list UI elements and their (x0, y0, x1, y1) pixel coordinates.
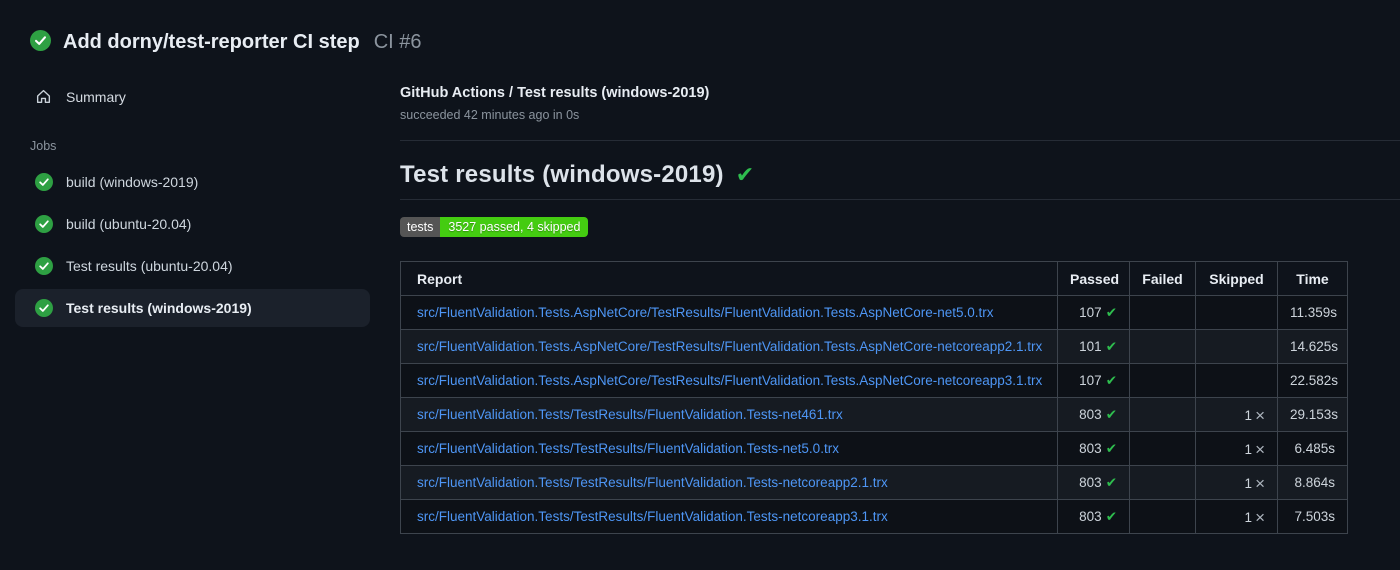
time-cell: 22.582s (1277, 363, 1348, 398)
sidebar-item-build-windows[interactable]: build (windows-2019) (15, 163, 370, 201)
x-icon: × (1255, 474, 1265, 493)
skipped-cell: 1 × (1195, 431, 1278, 466)
check-icon: ✔ (1105, 440, 1117, 456)
passed-count: 803 (1079, 406, 1102, 422)
table-row: src/FluentValidation.Tests.AspNetCore/Te… (400, 363, 1348, 398)
skipped-count: 1 (1244, 442, 1253, 457)
time-cell: 11.359s (1277, 295, 1348, 330)
run-title: Add dorny/test-reporter CI step (63, 30, 360, 53)
report-link[interactable]: src/FluentValidation.Tests/TestResults/F… (417, 509, 888, 524)
time-cell: 29.153s (1277, 397, 1348, 432)
report-link[interactable]: src/FluentValidation.Tests/TestResults/F… (417, 407, 843, 422)
sidebar-item-build-ubuntu[interactable]: build (ubuntu-20.04) (15, 205, 370, 243)
column-header-failed: Failed (1129, 261, 1196, 296)
passed-count: 803 (1079, 440, 1102, 456)
table-row: src/FluentValidation.Tests/TestResults/F… (400, 465, 1348, 500)
failed-cell (1129, 329, 1196, 364)
time-cell: 6.485s (1277, 431, 1348, 466)
check-circle-icon (35, 215, 53, 233)
failed-cell (1129, 465, 1196, 500)
time-cell: 14.625s (1277, 329, 1348, 364)
skipped-cell (1195, 295, 1278, 330)
sidebar: Summary Jobs build (windows-2019) build … (0, 60, 400, 331)
failed-cell (1129, 431, 1196, 466)
x-icon: × (1255, 508, 1265, 527)
passed-count: 803 (1079, 508, 1102, 524)
report-link[interactable]: src/FluentValidation.Tests.AspNetCore/Te… (417, 373, 1042, 388)
passed-count: 803 (1079, 474, 1102, 490)
check-icon: ✔ (1105, 304, 1117, 320)
skipped-count: 1 (1244, 510, 1253, 525)
sidebar-summary-label: Summary (66, 88, 126, 105)
column-header-skipped: Skipped (1195, 261, 1278, 296)
job-label: build (ubuntu-20.04) (66, 216, 192, 232)
sidebar-item-test-results-windows[interactable]: Test results (windows-2019) (15, 289, 370, 327)
check-icon: ✔ (1105, 474, 1117, 490)
job-meta: GitHub Actions / Test results (windows-2… (400, 85, 1400, 122)
test-results-table: Report Passed Failed Skipped Time src/Fl… (400, 261, 1348, 534)
sidebar-item-summary[interactable]: Summary (15, 80, 370, 113)
run-number: CI #6 (373, 30, 422, 53)
table-row: src/FluentValidation.Tests.AspNetCore/Te… (400, 329, 1348, 364)
check-icon: ✔ (1105, 372, 1117, 388)
skipped-cell (1195, 329, 1278, 364)
report-heading: Test results (windows-2019) ✔ (400, 161, 1400, 200)
check-circle-icon (35, 173, 53, 191)
table-row: src/FluentValidation.Tests/TestResults/F… (400, 431, 1348, 466)
skipped-count: 1 (1244, 476, 1253, 491)
check-icon: ✔ (1105, 406, 1117, 422)
table-row: src/FluentValidation.Tests.AspNetCore/Te… (400, 295, 1348, 330)
failed-cell (1129, 363, 1196, 398)
passed-count: 101 (1079, 338, 1102, 354)
sidebar-item-test-results-ubuntu[interactable]: Test results (ubuntu-20.04) (15, 247, 370, 285)
table-row: src/FluentValidation.Tests/TestResults/F… (400, 397, 1348, 432)
job-label: Test results (ubuntu-20.04) (66, 258, 233, 274)
check-circle-icon (35, 299, 53, 317)
failed-cell (1129, 499, 1196, 534)
skipped-cell: 1 × (1195, 397, 1278, 432)
report-link[interactable]: src/FluentValidation.Tests/TestResults/F… (417, 475, 888, 490)
run-header: Add dorny/test-reporter CI step CI #6 (0, 0, 1400, 60)
report-link[interactable]: src/FluentValidation.Tests.AspNetCore/Te… (417, 305, 994, 320)
table-row: src/FluentValidation.Tests/TestResults/F… (400, 499, 1348, 534)
check-icon: ✔ (1105, 338, 1117, 354)
badge-value: 3527 passed, 4 skipped (440, 217, 589, 237)
time-cell: 7.503s (1277, 499, 1348, 534)
column-header-time: Time (1277, 261, 1348, 296)
check-icon: ✔ (735, 162, 755, 187)
report-heading-title: Test results (windows-2019) (400, 161, 724, 188)
skipped-cell: 1 × (1195, 465, 1278, 500)
column-header-report: Report (400, 261, 1058, 296)
failed-cell (1129, 295, 1196, 330)
check-icon: ✔ (1105, 508, 1117, 524)
time-cell: 8.864s (1277, 465, 1348, 500)
table-header-row: Report Passed Failed Skipped Time (400, 261, 1348, 296)
divider (400, 140, 1400, 141)
passed-count: 107 (1079, 372, 1102, 388)
home-icon (35, 88, 52, 105)
main-content: GitHub Actions / Test results (windows-2… (400, 60, 1400, 534)
tests-status-badge: tests 3527 passed, 4 skipped (400, 217, 589, 237)
failed-cell (1129, 397, 1196, 432)
badge-label: tests (400, 217, 441, 237)
passed-count: 107 (1079, 304, 1102, 320)
job-breadcrumb-title: GitHub Actions / Test results (windows-2… (400, 85, 710, 101)
skipped-cell: 1 × (1195, 499, 1278, 534)
job-label: build (windows-2019) (66, 174, 199, 190)
success-check-circle-icon (30, 30, 51, 54)
skipped-cell (1195, 363, 1278, 398)
x-icon: × (1255, 440, 1265, 459)
x-icon: × (1255, 406, 1265, 425)
column-header-passed: Passed (1057, 261, 1130, 296)
report-link[interactable]: src/FluentValidation.Tests/TestResults/F… (417, 441, 839, 456)
job-status-line: succeeded 42 minutes ago in 0s (400, 108, 580, 122)
report-link[interactable]: src/FluentValidation.Tests.AspNetCore/Te… (417, 339, 1042, 354)
job-label: Test results (windows-2019) (66, 300, 252, 316)
jobs-section-label: Jobs (30, 139, 57, 153)
skipped-count: 1 (1244, 408, 1253, 423)
check-circle-icon (35, 257, 53, 275)
